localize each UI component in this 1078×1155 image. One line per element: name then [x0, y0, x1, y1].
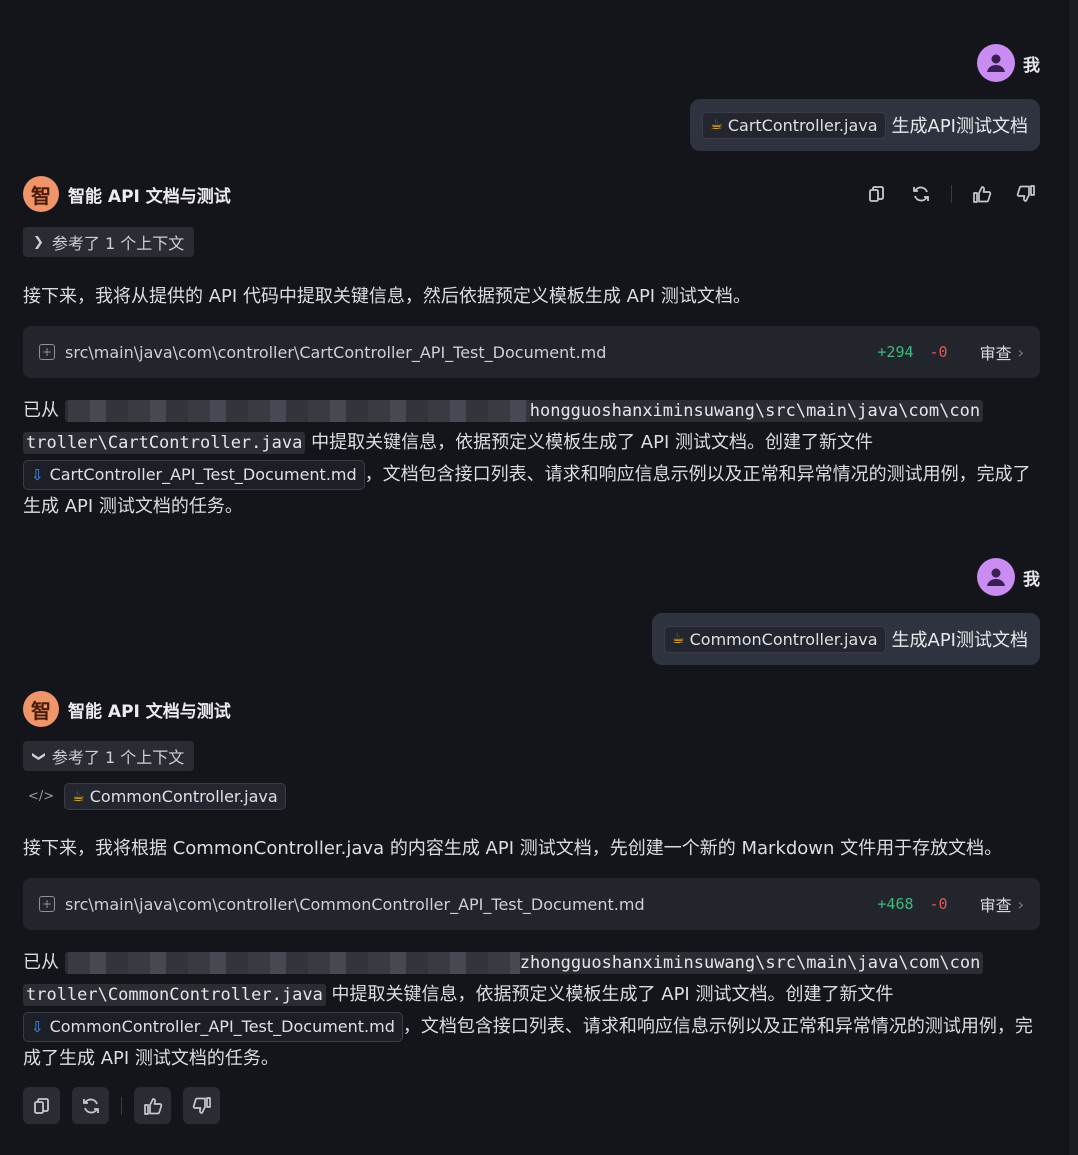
review-label: 审查 — [979, 344, 1012, 363]
context-label: 参考了 1 个上下文 — [51, 748, 185, 767]
refresh-icon — [913, 186, 929, 202]
chevron-down-icon: ❯ — [30, 750, 46, 762]
source-path-line2: troller\CommonController.java — [23, 984, 326, 1006]
redacted-path — [67, 952, 520, 974]
context-file-label: CommonController.java — [89, 787, 278, 806]
file-change-path: src\main\java\com\controller\CartControl… — [65, 342, 607, 362]
chevron-right-icon: › — [1017, 894, 1024, 914]
source-path-code: zhongguoshanximinsuwang\src\main\java\co… — [64, 952, 984, 974]
user-prompt-text: 生成API测试文档 — [891, 116, 1028, 137]
file-chip-label: CommonController.java — [689, 629, 878, 649]
file-chip[interactable]: ☕ CartController.java — [702, 111, 886, 139]
new-file-link[interactable]: ⇩ CommonController_API_Test_Document.md — [23, 1012, 403, 1042]
thumbs-up-icon — [973, 186, 992, 203]
context-toggle[interactable]: ❯ 参考了 1 个上下文 — [23, 741, 195, 771]
user-header: 我 — [977, 558, 1040, 596]
thumbs-down-icon — [1016, 185, 1035, 202]
regenerate-button[interactable] — [907, 180, 935, 208]
summary-prefix: 已从 — [23, 952, 59, 973]
context-file-row: </> ☕ CommonController.java — [28, 783, 286, 810]
assistant-intro: 接下来，我将根据 CommonController.java 的内容生成 API… — [23, 838, 1003, 859]
new-file-name: CommonController_API_Test_Document.md — [49, 1017, 395, 1036]
message-actions — [23, 1087, 220, 1124]
like-button[interactable] — [968, 180, 996, 208]
summary-mid: 中提取关键信息，依据预定义模板生成了 API 测试文档。创建了新文件 — [331, 984, 894, 1005]
like-button[interactable] — [134, 1087, 171, 1124]
download-icon: ⇩ — [31, 466, 44, 484]
message-actions — [863, 180, 1040, 208]
file-chip[interactable]: ☕ CommonController.java — [664, 625, 886, 653]
assistant-avatar: 智 — [23, 691, 59, 727]
refresh-icon — [82, 1098, 99, 1113]
redacted-path — [67, 400, 530, 422]
new-file-link[interactable]: ⇩ CartController_API_Test_Document.md — [23, 460, 365, 490]
assistant-name: 智能 API 文档与测试 — [68, 701, 231, 722]
source-path-visible: hongguoshanximinsuwang\src\main\java\com… — [529, 401, 981, 421]
user-icon — [987, 568, 1005, 586]
user-message-bubble: ☕ CartController.java 生成API测试文档 — [690, 99, 1040, 151]
assistant-intro: 接下来，我将从提供的 API 代码中提取关键信息，然后依据预定义模板生成 API… — [23, 286, 751, 307]
context-label: 参考了 1 个上下文 — [51, 234, 185, 253]
divider — [121, 1096, 122, 1115]
source-path-line2: troller\CartController.java — [23, 432, 306, 454]
code-icon: </> — [28, 789, 55, 804]
assistant-summary: 已从 zhongguoshanximinsuwang\src\main\java… — [23, 947, 1040, 1075]
diff-removed-count: -0 — [929, 895, 948, 913]
download-icon: ⇩ — [31, 1018, 44, 1036]
chevron-right-icon: ❯ — [33, 234, 44, 250]
diff-added-count: +468 — [877, 895, 914, 913]
file-change-row[interactable]: + src\main\java\com\controller\CartContr… — [23, 326, 1040, 378]
summary-prefix: 已从 — [23, 400, 59, 421]
dislike-button[interactable] — [183, 1087, 220, 1124]
java-cup-icon: ☕ — [710, 117, 723, 133]
user-avatar — [977, 44, 1015, 82]
divider — [951, 185, 952, 203]
copy-icon — [33, 1097, 49, 1114]
thumbs-down-icon — [192, 1096, 211, 1114]
chevron-right-icon: › — [1017, 342, 1024, 362]
user-message-bubble: ☕ CommonController.java 生成API测试文档 — [652, 613, 1040, 665]
file-change-path: src\main\java\com\controller\CommonContr… — [65, 894, 645, 914]
assistant-header: 智 智能 API 文档与测试 — [23, 691, 231, 727]
file-chip-label: CartController.java — [727, 115, 878, 135]
assistant-name: 智能 API 文档与测试 — [68, 186, 231, 207]
java-cup-icon: ☕ — [672, 631, 685, 647]
regenerate-button[interactable] — [72, 1087, 109, 1124]
context-file-chip[interactable]: ☕ CommonController.java — [64, 783, 286, 810]
assistant-summary: 已从 hongguoshanximinsuwang\src\main\java\… — [23, 395, 1040, 523]
plus-square-icon: + — [39, 344, 55, 360]
review-button[interactable]: 审查 › — [980, 340, 1024, 364]
review-label: 审查 — [979, 896, 1012, 915]
diff-removed-count: -0 — [929, 343, 948, 361]
user-name: 我 — [1023, 55, 1040, 76]
assistant-avatar: 智 — [23, 176, 59, 212]
dislike-button[interactable] — [1012, 180, 1040, 208]
user-prompt-text: 生成API测试文档 — [891, 630, 1028, 651]
source-path-visible: zhongguoshanximinsuwang\src\main\java\co… — [519, 953, 981, 973]
scrollbar-track[interactable] — [1069, 0, 1078, 1155]
user-icon — [987, 54, 1005, 72]
copy-icon — [869, 186, 884, 202]
review-button[interactable]: 审查 › — [980, 892, 1024, 916]
copy-button[interactable] — [863, 180, 891, 208]
thumbs-up-icon — [143, 1097, 162, 1115]
assistant-header: 智 智能 API 文档与测试 — [23, 176, 231, 212]
copy-button[interactable] — [23, 1087, 60, 1124]
summary-mid: 中提取关键信息，依据预定义模板生成了 API 测试文档。创建了新文件 — [311, 432, 873, 453]
file-change-row[interactable]: + src\main\java\com\controller\CommonCon… — [23, 878, 1040, 930]
source-path-code: hongguoshanximinsuwang\src\main\java\com… — [64, 400, 984, 422]
java-cup-icon: ☕ — [72, 788, 85, 805]
plus-square-icon: + — [39, 896, 55, 912]
user-header: 我 — [977, 44, 1040, 82]
diff-added-count: +294 — [877, 343, 914, 361]
context-toggle[interactable]: ❯ 参考了 1 个上下文 — [23, 227, 195, 257]
user-name: 我 — [1023, 569, 1040, 590]
new-file-name: CartController_API_Test_Document.md — [49, 465, 357, 484]
user-avatar — [977, 558, 1015, 596]
